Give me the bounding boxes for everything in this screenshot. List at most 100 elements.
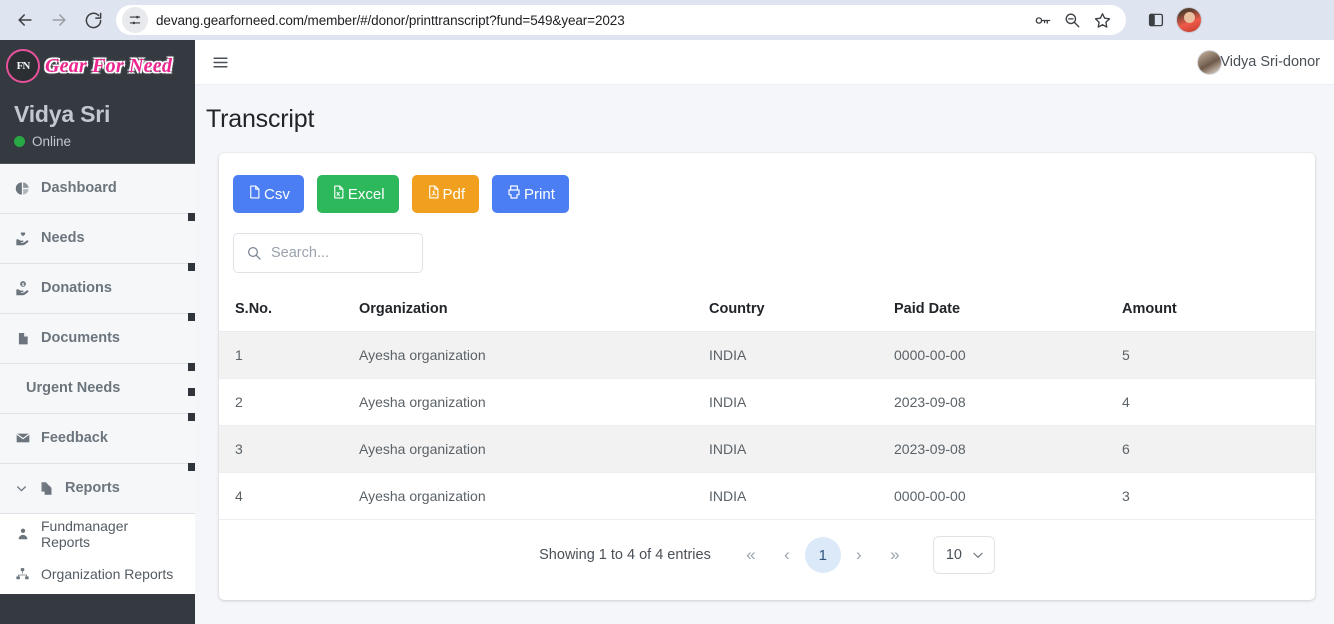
table-row[interactable]: 2 Ayesha organization INDIA 2023-09-08 4	[219, 378, 1315, 426]
pagination-last-button[interactable]: »	[877, 537, 913, 573]
brand-name: Gear For Need	[45, 54, 173, 77]
per-page-select[interactable]: 10	[932, 536, 995, 574]
password-key-icon[interactable]	[1028, 6, 1056, 34]
export-excel-label: Excel	[347, 185, 385, 203]
cell-organization: Ayesha organization	[359, 425, 709, 473]
column-header-country[interactable]: Country	[709, 291, 894, 332]
cell-organization: Ayesha organization	[359, 378, 709, 426]
search-area	[219, 213, 1315, 273]
sidebar-item-dashboard[interactable]: Dashboard	[0, 163, 195, 214]
sidebar-item-label: Organization Reports	[41, 565, 174, 582]
profile-avatar-icon[interactable]	[1176, 7, 1202, 33]
sidebar-scroll-mark	[188, 462, 195, 471]
brand-logo[interactable]: FN Gear For Need	[0, 40, 195, 92]
cell-amount: 6	[1122, 425, 1315, 473]
user-avatar-icon	[1197, 49, 1223, 75]
cell-amount: 4	[1122, 378, 1315, 426]
cell-organization: Ayesha organization	[359, 331, 709, 379]
sidebar-item-needs[interactable]: Needs	[0, 212, 195, 264]
sidebar-item-label: Donations	[41, 280, 112, 297]
sidebar-item-label: Dashboard	[41, 180, 117, 197]
sidebar-item-fundmanager-reports[interactable]: Fundmanager Reports	[0, 513, 195, 554]
transcript-table: S.No. Organization Country Paid Date Amo…	[219, 291, 1315, 520]
column-header-paid-date[interactable]: Paid Date	[894, 291, 1122, 332]
table-row[interactable]: 3 Ayesha organization INDIA 2023-09-08 6	[219, 425, 1315, 473]
sidebar-item-organization-reports[interactable]: Organization Reports	[0, 553, 195, 594]
sidebar-item-urgent-needs[interactable]: Urgent Needs	[0, 362, 195, 414]
address-bar[interactable]: devang.gearforneed.com/member/#/donor/pr…	[116, 5, 1126, 35]
topbar-user-menu[interactable]: Vidya Sri-donor	[1197, 49, 1320, 75]
cell-amount: 5	[1122, 331, 1315, 379]
table-body: 1 Ayesha organization INDIA 0000-00-00 5…	[219, 331, 1315, 520]
file-icon	[14, 331, 31, 346]
pagination-summary: Showing 1 to 4 of 4 entries	[539, 547, 711, 563]
per-page-value: 10	[945, 547, 962, 563]
reload-icon[interactable]	[78, 5, 108, 35]
page-title: Transcript	[206, 105, 315, 133]
cell-paid-date: 0000-00-00	[894, 472, 1122, 520]
export-csv-label: Csv	[264, 185, 290, 203]
back-arrow-icon[interactable]	[10, 5, 40, 35]
pagination-next-button[interactable]: ›	[841, 537, 877, 573]
sidebar-item-label: Fundmanager Reports	[41, 517, 129, 550]
zoom-icon[interactable]	[1058, 6, 1086, 34]
topbar-user-label: Vidya Sri-donor	[1220, 54, 1320, 70]
envelope-icon	[14, 430, 31, 446]
search-input[interactable]	[271, 245, 458, 261]
sidebar-item-documents[interactable]: Documents	[0, 312, 195, 364]
app-container: FN Gear For Need Vidya Sri Online Dashbo…	[0, 40, 1334, 624]
column-header-organization[interactable]: Organization	[359, 291, 709, 332]
pagination-first-button[interactable]: «	[733, 537, 769, 573]
chevron-down-icon	[14, 482, 28, 495]
file-csv-icon	[247, 184, 262, 204]
sidebar-item-reports[interactable]: Reports	[0, 462, 195, 514]
sidebar-user-status: Online	[14, 134, 181, 149]
side-panel-icon[interactable]	[1142, 6, 1170, 34]
pagination-page-1-button[interactable]: 1	[804, 537, 841, 573]
pagination-prev-button[interactable]: ‹	[769, 537, 805, 573]
cell-sno: 2	[219, 378, 359, 426]
table-row[interactable]: 4 Ayesha organization INDIA 0000-00-00 3	[219, 472, 1315, 520]
print-label: Print	[524, 185, 555, 203]
export-excel-button[interactable]: Excel	[316, 175, 399, 213]
sidebar-item-label: Feedback	[41, 430, 108, 447]
sidebar-item-donations[interactable]: $ Donations	[0, 262, 195, 314]
chevron-down-icon	[971, 548, 985, 562]
cell-sno: 3	[219, 425, 359, 473]
copy-files-icon	[38, 481, 55, 496]
sidebar-item-label: Reports	[65, 480, 120, 497]
search-box[interactable]	[233, 233, 458, 273]
sidebar-scroll-mark	[188, 312, 195, 321]
site-settings-icon[interactable]	[122, 7, 148, 33]
forward-arrow-icon[interactable]	[44, 5, 74, 35]
hamburger-menu-icon[interactable]	[209, 51, 231, 73]
print-button[interactable]: Print	[492, 175, 569, 213]
browser-toolbar: devang.gearforneed.com/member/#/donor/pr…	[0, 0, 1334, 40]
pie-chart-icon	[14, 181, 31, 196]
sidebar-scroll-mark	[188, 212, 195, 221]
table-row[interactable]: 1 Ayesha organization INDIA 0000-00-00 5	[219, 331, 1315, 379]
sidebar-item-label: Needs	[41, 230, 85, 247]
sidebar-item-feedback[interactable]: Feedback	[0, 412, 195, 464]
url-text: devang.gearforneed.com/member/#/donor/pr…	[156, 12, 625, 28]
sidebar-scroll-mark	[188, 362, 195, 371]
sidebar-user-status-label: Online	[32, 133, 72, 149]
sidebar-scroll-mark	[188, 262, 195, 271]
cell-paid-date: 2023-09-08	[894, 378, 1122, 426]
hand-holding-dollar-icon: $	[14, 280, 31, 296]
column-header-amount[interactable]: Amount	[1122, 291, 1315, 332]
cell-amount: 3	[1122, 472, 1315, 520]
export-pdf-button[interactable]: Pdf	[411, 175, 480, 213]
table-head: S.No. Organization Country Paid Date Amo…	[219, 291, 1315, 332]
column-header-sno[interactable]: S.No.	[219, 291, 359, 332]
sidebar-scroll-mark	[188, 387, 195, 396]
cell-country: INDIA	[709, 378, 894, 426]
export-csv-button[interactable]: Csv	[233, 175, 304, 213]
pagination: Showing 1 to 4 of 4 entries « ‹ 1 › » 10	[219, 520, 1315, 574]
sidebar-scroll-mark	[188, 412, 195, 421]
sidebar-user-panel: Vidya Sri Online	[0, 92, 195, 164]
cell-country: INDIA	[709, 425, 894, 473]
bookmark-star-icon[interactable]	[1088, 6, 1116, 34]
brand-badge-text: FN	[16, 60, 31, 72]
cell-paid-date: 0000-00-00	[894, 331, 1122, 379]
